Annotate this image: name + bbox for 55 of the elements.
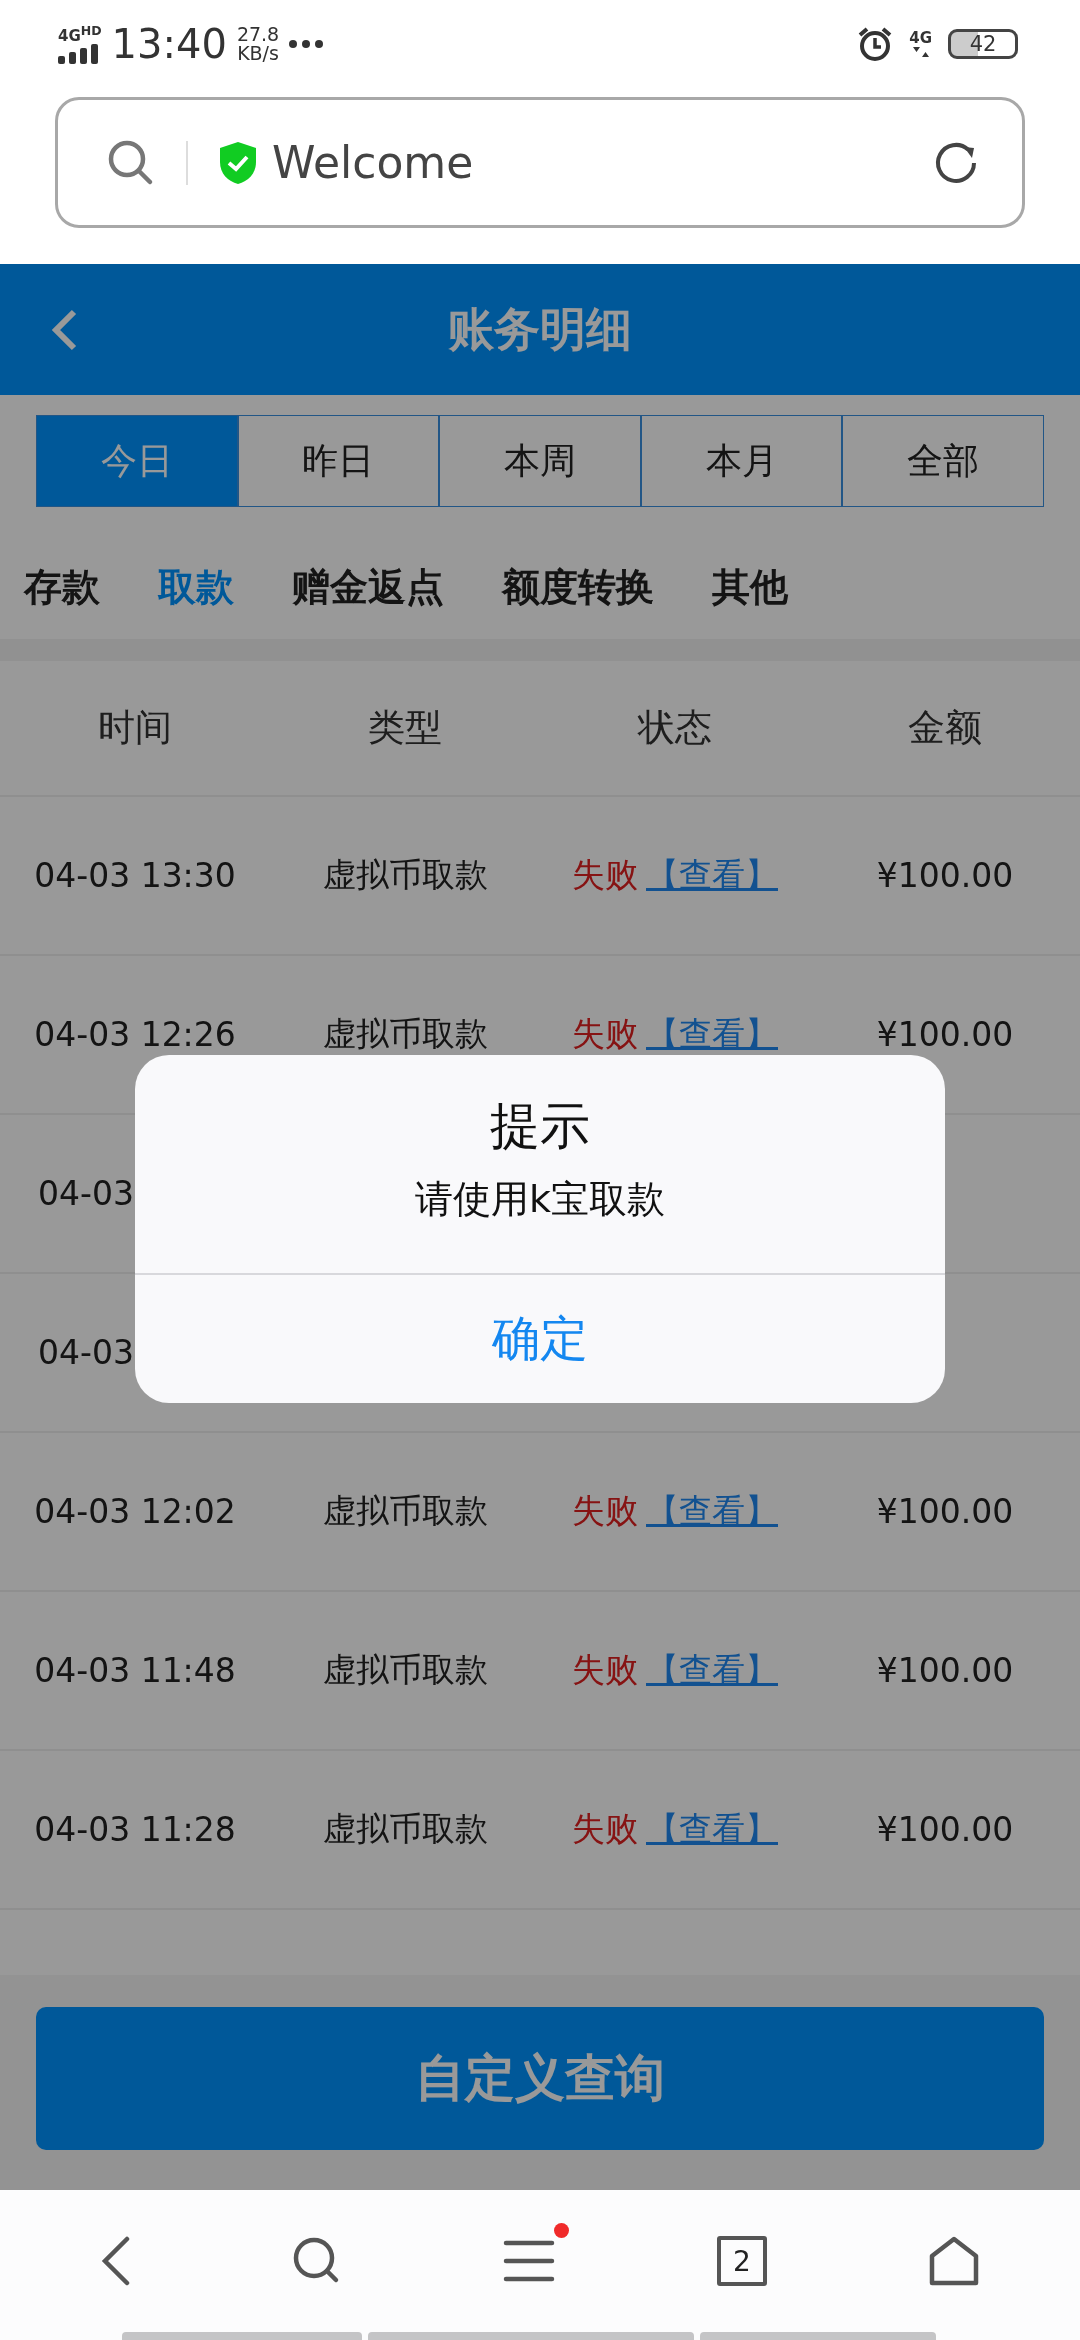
table-cell-text: 04-03 11:28 — [33, 1810, 237, 1849]
period-tab[interactable]: 本月 — [640, 415, 843, 507]
back-icon[interactable] — [101, 2236, 131, 2286]
category-tab[interactable]: 赠金返点 — [292, 561, 444, 613]
alarm-icon — [857, 26, 894, 62]
confirm-button[interactable]: 确定 — [135, 1273, 945, 1403]
menu-icon[interactable] — [503, 2239, 555, 2283]
status-text: 失败 — [572, 854, 638, 896]
column-header: 金额 — [907, 705, 983, 751]
table-cell-text: 04-03 11:48 — [33, 1651, 237, 1690]
category-tab[interactable]: 其他 — [712, 561, 788, 613]
table-cell-text: ¥100.00 — [875, 1651, 1015, 1690]
period-tab[interactable]: 本周 — [439, 415, 641, 507]
table-cell-text: ¥100.00 — [875, 1492, 1015, 1531]
table-cell-text: 虚拟币取款 — [321, 1013, 489, 1055]
table-cell-text: ¥100.00 — [875, 856, 1015, 895]
table-cell-text: 虚拟币取款 — [321, 1649, 489, 1691]
tabs-button[interactable]: 2 — [717, 2236, 767, 2286]
table-cell-text: 04-03 — [37, 1333, 135, 1372]
column-header: 状态 — [636, 705, 713, 751]
table-cell-text: 04-03 13:30 — [33, 856, 237, 895]
table-cell-text: 04-03 12:26 — [33, 1015, 237, 1054]
table-cell-text: ¥100.00 — [875, 1015, 1015, 1054]
status-text: 失败 — [572, 1490, 638, 1532]
table-cell-text: 虚拟币取款 — [321, 854, 489, 896]
more-icon — [289, 40, 324, 48]
data-arrows-icon — [911, 45, 930, 58]
table-cell-text: 04-03 12:02 — [33, 1492, 237, 1531]
period-tab[interactable]: 昨日 — [237, 415, 440, 507]
signal-icon — [58, 43, 100, 64]
clock-time: 13:40 — [111, 21, 227, 67]
column-header: 时间 — [97, 705, 173, 751]
status-text: 失败 — [572, 1649, 638, 1691]
home-icon[interactable] — [929, 2236, 979, 2286]
page-title: Welcome — [272, 137, 475, 188]
page-heading: 账务明细 — [448, 300, 632, 358]
shield-check-icon — [218, 139, 258, 186]
dialog-title: 提示 — [490, 1096, 590, 1157]
period-tab[interactable]: 全部 — [842, 415, 1044, 507]
status-text: 失败 — [572, 1013, 638, 1055]
dialog-message: 请使用k宝取款 — [415, 1176, 665, 1223]
search-icon[interactable] — [293, 2237, 341, 2285]
table-cell-text: 虚拟币取款 — [321, 1490, 489, 1532]
battery-level: 42 — [948, 29, 1018, 59]
table-cell-text: 虚拟币取款 — [321, 1808, 489, 1850]
network-speed: 27.8 — [236, 25, 280, 44]
speed-unit: KB/s — [237, 44, 279, 63]
column-header: 类型 — [367, 705, 443, 751]
network-type: 4G$^{HD}$ — [58, 24, 102, 44]
status-text: 失败 — [572, 1808, 638, 1850]
network-type: 4G — [909, 30, 932, 46]
table-cell-text: ¥100.00 — [875, 1810, 1015, 1849]
category-tab[interactable]: 额度转换 — [502, 561, 654, 613]
category-tab[interactable]: 存款 — [24, 561, 100, 613]
table-cell-text: 04-03 — [37, 1174, 135, 1213]
